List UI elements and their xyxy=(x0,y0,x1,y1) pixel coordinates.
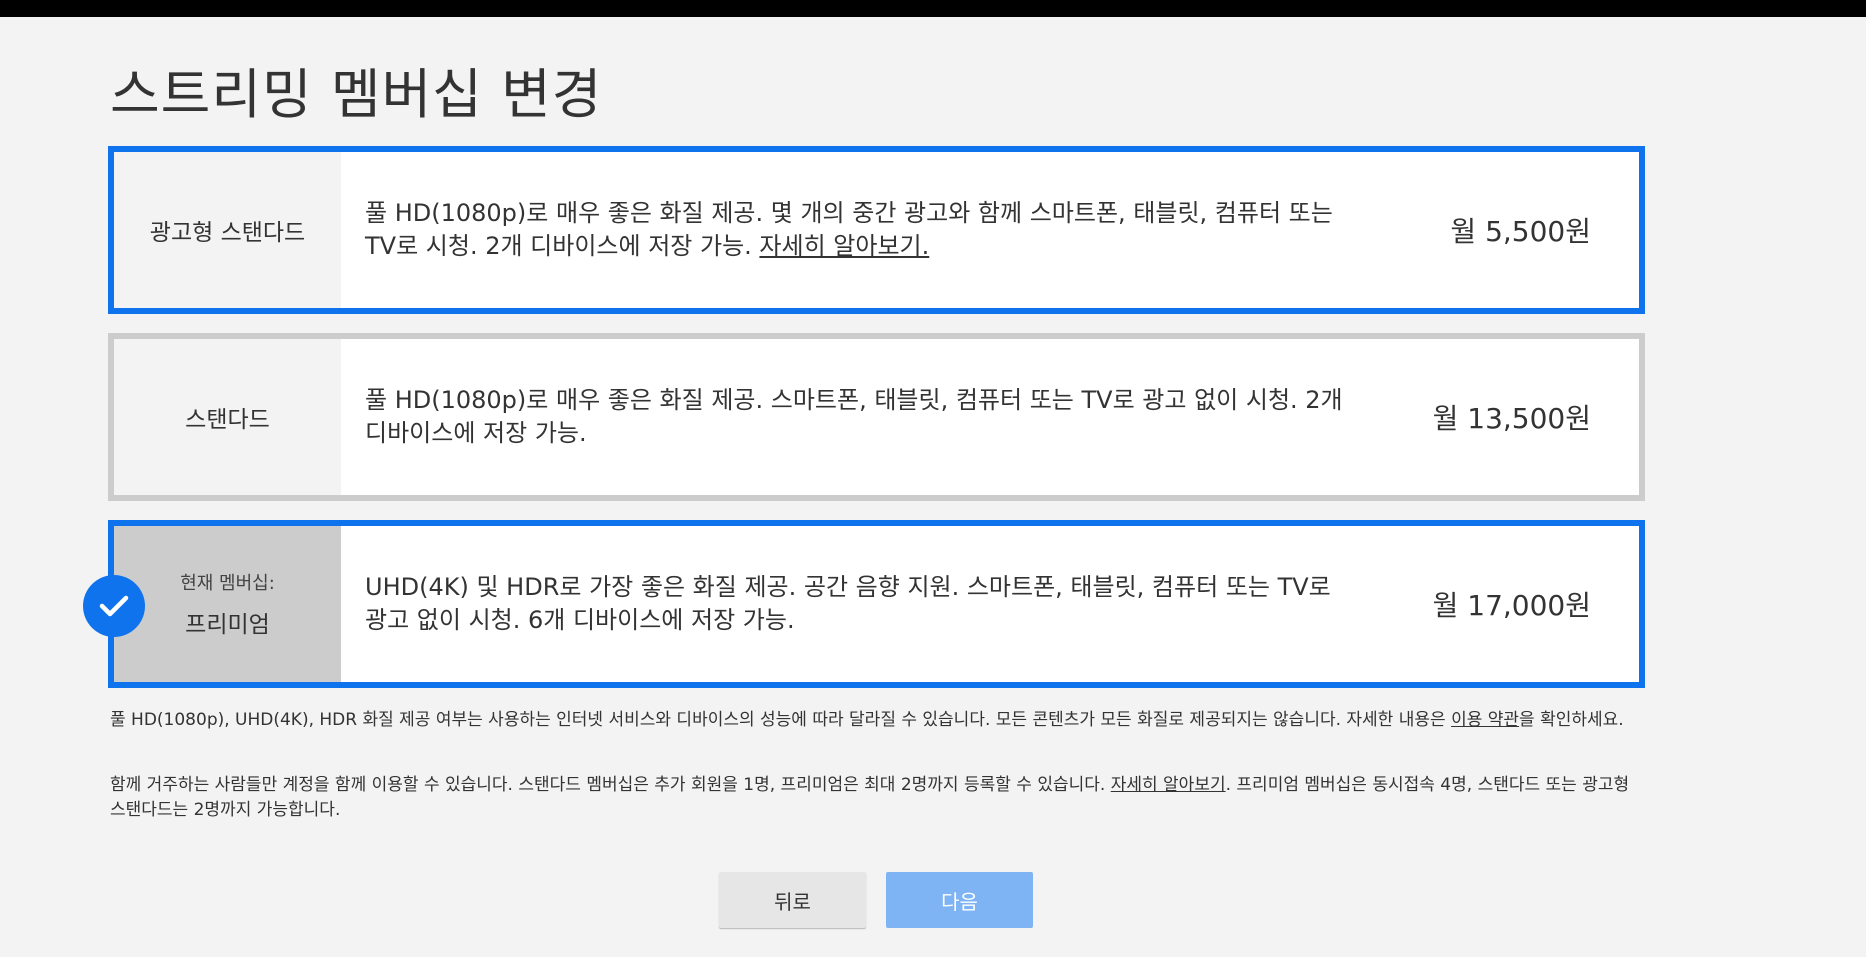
plan-name-cell: 현재 멤버십: 프리미엄 xyxy=(114,526,341,682)
plan-price: 월 17,000원 xyxy=(1432,589,1591,622)
plan-name: 프리미엄 xyxy=(185,612,270,638)
terms-of-use-link[interactable]: 이용 약관 xyxy=(1451,710,1519,730)
checkmark-icon xyxy=(83,575,145,637)
plan-price: 월 13,500원 xyxy=(1432,402,1591,435)
household-learn-more-link[interactable]: 자세히 알아보기 xyxy=(1111,775,1226,795)
plan-card-premium[interactable]: 현재 멤버십: 프리미엄 UHD(4K) 및 HDR로 가장 좋은 화질 제공.… xyxy=(108,520,1645,688)
plan-description: 풀 HD(1080p)로 매우 좋은 화질 제공. 몇 개의 중간 광고와 함께… xyxy=(341,152,1389,308)
top-bar xyxy=(0,0,1866,17)
plan-description-text: 풀 HD(1080p)로 매우 좋은 화질 제공. 스마트폰, 태블릿, 컴퓨터… xyxy=(365,386,1343,447)
quality-disclaimer: 풀 HD(1080p), UHD(4K), HDR 화질 제공 여부는 사용하는… xyxy=(110,708,1630,733)
household-disclaimer-text: 함께 거주하는 사람들만 계정을 함께 이용할 수 있습니다. 스탠다드 멤버십… xyxy=(110,775,1111,795)
plan-description: 풀 HD(1080p)로 매우 좋은 화질 제공. 스마트폰, 태블릿, 컴퓨터… xyxy=(341,339,1389,495)
plan-description: UHD(4K) 및 HDR로 가장 좋은 화질 제공. 공간 음향 지원. 스마… xyxy=(341,526,1389,682)
household-disclaimer: 함께 거주하는 사람들만 계정을 함께 이용할 수 있습니다. 스탠다드 멤버십… xyxy=(110,773,1630,823)
plan-card-standard[interactable]: 스탠다드 풀 HD(1080p)로 매우 좋은 화질 제공. 스마트폰, 태블릿… xyxy=(108,333,1645,501)
plan-price: 월 5,500원 xyxy=(1450,215,1591,248)
plan-name: 광고형 스탠다드 xyxy=(149,220,306,246)
plan-name-cell: 광고형 스탠다드 xyxy=(114,152,341,308)
quality-disclaimer-text-end: 을 확인하세요. xyxy=(1519,710,1624,730)
page-title: 스트리밍 멤버십 변경 xyxy=(110,63,603,126)
back-button[interactable]: 뒤로 xyxy=(719,872,866,928)
plan-card-standard-with-ads[interactable]: 광고형 스탠다드 풀 HD(1080p)로 매우 좋은 화질 제공. 몇 개의 … xyxy=(108,146,1645,314)
current-membership-label: 현재 멤버십: xyxy=(180,573,275,594)
plan-name: 스탠다드 xyxy=(185,407,270,433)
plan-name-cell: 스탠다드 xyxy=(114,339,341,495)
next-button[interactable]: 다음 xyxy=(886,872,1033,928)
quality-disclaimer-text: 풀 HD(1080p), UHD(4K), HDR 화질 제공 여부는 사용하는… xyxy=(110,710,1452,730)
learn-more-link[interactable]: 자세히 알아보기. xyxy=(759,232,929,260)
plan-description-text: UHD(4K) 및 HDR로 가장 좋은 화질 제공. 공간 음향 지원. 스마… xyxy=(365,573,1331,634)
